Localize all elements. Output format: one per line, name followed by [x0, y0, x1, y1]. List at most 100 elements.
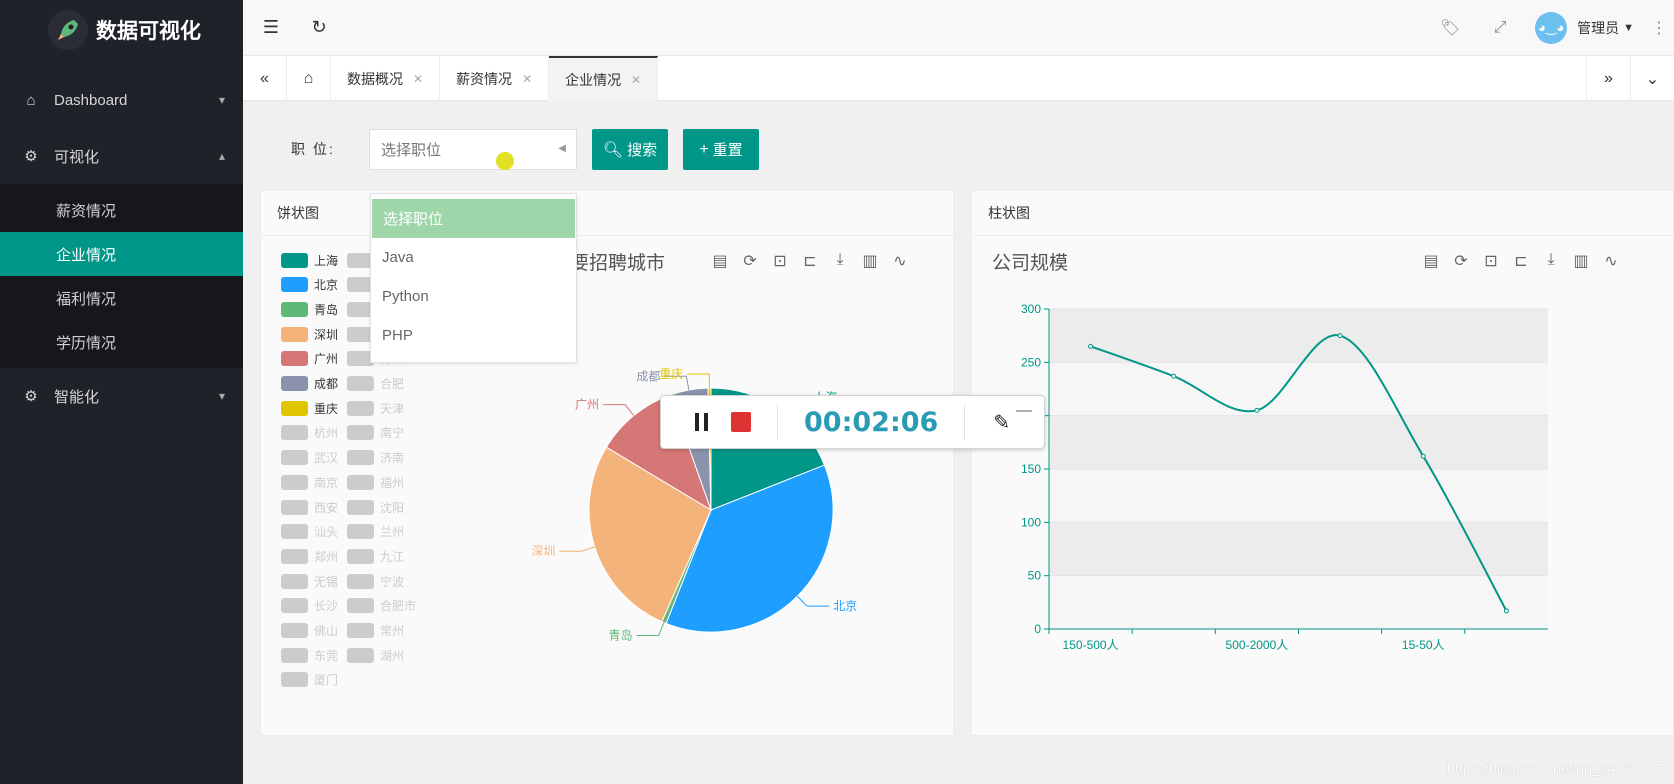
scroll-right-icon[interactable]: » [1586, 56, 1630, 101]
tab-label: 薪资情况 [456, 70, 513, 87]
home-icon: ⌂ [26, 91, 36, 109]
tab-company[interactable]: 企业情况 ✕ [549, 56, 659, 101]
sidebar-item-intelligence[interactable]: ⚙ 智能化 ▾ [0, 368, 243, 424]
line-point[interactable] [1420, 453, 1426, 459]
search-button-label: 搜索 [627, 142, 658, 159]
line-point[interactable] [1337, 333, 1343, 339]
pie-chart-panel: 饼状图 主要招聘城市 ▤ ⟳ ⊡ ⊏ ⤓ ▥ ∿ 上海 北京 青岛 深圳 广州 成都 重庆杭… [260, 190, 954, 736]
dropdown-option[interactable]: Java [371, 238, 576, 277]
rocket-icon [48, 10, 88, 50]
split-area [1049, 309, 1548, 363]
tab-label: 数据概况 [347, 70, 403, 87]
panel-header: 饼状图 [261, 191, 953, 236]
sidebar-item-visualization[interactable]: ⚙ 可视化 ▴ [0, 128, 243, 184]
sidebar-item-label: Dashboard [54, 91, 128, 109]
caret-down-icon: ▼ [1623, 22, 1634, 34]
pen-icon[interactable]: ✎ [993, 410, 1010, 435]
tag-icon[interactable]: 🏷 [1425, 18, 1475, 38]
position-select[interactable]: 选择职位 ◀ [369, 129, 577, 170]
close-icon[interactable]: ✕ [522, 72, 532, 86]
split-area [1049, 469, 1548, 523]
close-icon[interactable]: ✕ [631, 73, 641, 87]
screen-recorder-bar: 00:02:06 ✎ — [660, 395, 1045, 449]
y-tick-label: 150 [1021, 462, 1041, 476]
separator [777, 404, 778, 440]
pie-label-line [796, 595, 830, 607]
split-area [1049, 362, 1548, 416]
y-tick-label: 300 [1021, 302, 1041, 316]
dropdown-option[interactable]: Python [371, 277, 576, 316]
refresh-icon[interactable]: ↻ [299, 8, 339, 48]
y-tick-label: 50 [1028, 569, 1042, 583]
user-menu[interactable]: ◕‿◕ 管理员 ▼ [1535, 12, 1634, 44]
search-bar: 职 位: 选择职位 ◀ 🔍︎ 搜索 + 重置 [243, 101, 1674, 181]
line-point[interactable] [1254, 407, 1260, 413]
app-title: 数据可视化 [96, 20, 201, 43]
app-logo[interactable]: 数据可视化 [0, 0, 243, 60]
reset-button[interactable]: + 重置 [683, 129, 759, 170]
mouse-cursor-highlight [496, 152, 514, 170]
sidebar: 数据可视化 ⌂ Dashboard ▾ ⚙ 可视化 ▴ 薪资情况 企业情况 福利… [0, 0, 243, 784]
scroll-left-icon[interactable]: « [243, 56, 287, 101]
top-header: ☰ ↻ 🏷 ⤢ ◕‿◕ 管理员 ▼ ⋮ [243, 0, 1674, 56]
sidebar-subitem-welfare[interactable]: 福利情况 [0, 276, 243, 320]
pie-label-line [559, 546, 595, 552]
dropdown-option[interactable]: PHP [371, 316, 576, 355]
menu-toggle-icon[interactable]: ☰ [251, 8, 291, 48]
pie-label: 深圳 [531, 544, 555, 558]
pie-label: 北京 [833, 599, 857, 613]
x-tick-label: 500-2000人 [1226, 638, 1289, 652]
pause-icon[interactable] [695, 413, 711, 431]
plus-icon: + [699, 140, 709, 158]
sidebar-submenu: 薪资情况 企业情况 福利情况 学历情况 [0, 184, 243, 368]
caret-icon: ◀ [558, 143, 566, 154]
close-icon[interactable]: ✕ [413, 72, 423, 86]
watermark: https://blog.csdn.net/qq_34378776 [1447, 760, 1662, 776]
line-point[interactable] [1503, 608, 1509, 614]
pie-label-line [687, 373, 710, 389]
x-tick-label: 150-500人 [1063, 638, 1119, 652]
dropdown-option[interactable]: 选择职位 [372, 199, 575, 238]
bar-chart-panel: 柱状图 公司规模 ▤ ⟳ ⊡ ⊏ ⤓ ▥ ∿ 05010015020025030… [971, 190, 1674, 736]
split-area [1049, 415, 1548, 469]
recording-timer: 00:02:06 [804, 406, 939, 438]
pie-label: 青岛 [609, 627, 633, 642]
stop-icon[interactable] [731, 412, 751, 432]
sidebar-subitem-education[interactable]: 学历情况 [0, 320, 243, 364]
split-area [1049, 575, 1548, 629]
panel-header: 柱状图 [972, 191, 1673, 236]
search-icon: 🔍︎ [602, 141, 624, 159]
pie-label: 重庆 [659, 367, 683, 381]
pie-label-line [636, 622, 665, 636]
pie-label: 广州 [575, 398, 599, 412]
pie-label: 成都 [636, 369, 660, 383]
sidebar-item-label: 可视化 [54, 148, 100, 166]
reset-button-label: 重置 [712, 142, 743, 159]
y-tick-label: 100 [1021, 515, 1041, 529]
chevron-up-icon: ▴ [218, 149, 225, 163]
y-tick-label: 0 [1034, 622, 1041, 636]
chevron-down-icon: ▾ [218, 93, 225, 107]
sidebar-item-label: 智能化 [54, 388, 100, 406]
select-placeholder: 选择职位 [381, 142, 442, 159]
sidebar-item-dashboard[interactable]: ⌂ Dashboard ▾ [0, 72, 243, 128]
position-dropdown: 选择职位 Java Python PHP [370, 193, 577, 363]
chevron-down-icon: ▾ [218, 389, 225, 403]
more-vertical-icon[interactable]: ⋮ [1644, 18, 1674, 38]
sidebar-subitem-company[interactable]: 企业情况 [0, 232, 243, 276]
home-tab-icon[interactable]: ⌂ [287, 56, 331, 101]
username: 管理员 [1577, 20, 1620, 36]
line-point[interactable] [1088, 343, 1094, 349]
fullscreen-icon[interactable]: ⤢ [1475, 19, 1525, 37]
sidebar-subitem-salary[interactable]: 薪资情况 [0, 188, 243, 232]
separator [964, 404, 966, 440]
chevron-down-icon[interactable]: ⌄ [1630, 56, 1674, 101]
minimize-icon[interactable]: — [1016, 402, 1032, 420]
x-tick-label: 15-50人 [1402, 638, 1445, 652]
search-button[interactable]: 🔍︎ 搜索 [592, 129, 668, 170]
tab-salary[interactable]: 薪资情况 ✕ [440, 56, 550, 101]
tab-bar: « ⌂ 数据概况 ✕ 薪资情况 ✕ 企业情况 ✕ » ⌄ [243, 56, 1674, 101]
pie-label-line [602, 404, 635, 416]
tab-data-overview[interactable]: 数据概况 ✕ [331, 56, 441, 101]
line-point[interactable] [1171, 373, 1177, 379]
